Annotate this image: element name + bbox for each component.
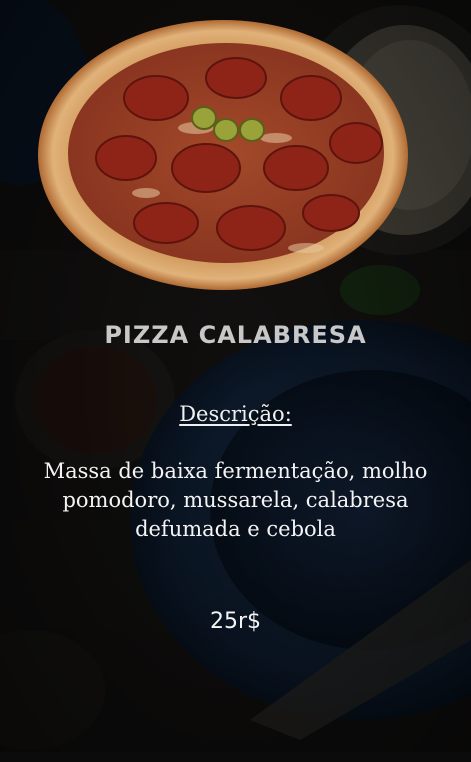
- description-label: Descrição:: [179, 402, 292, 426]
- product-description: Massa de baixa fermentação, molho pomodo…: [43, 459, 428, 541]
- product-price: 25r$: [209, 609, 262, 634]
- pizza-image: [38, 20, 408, 290]
- product-title: PIZZA CALABRESA: [104, 321, 367, 349]
- bottom-bar: [0, 752, 471, 762]
